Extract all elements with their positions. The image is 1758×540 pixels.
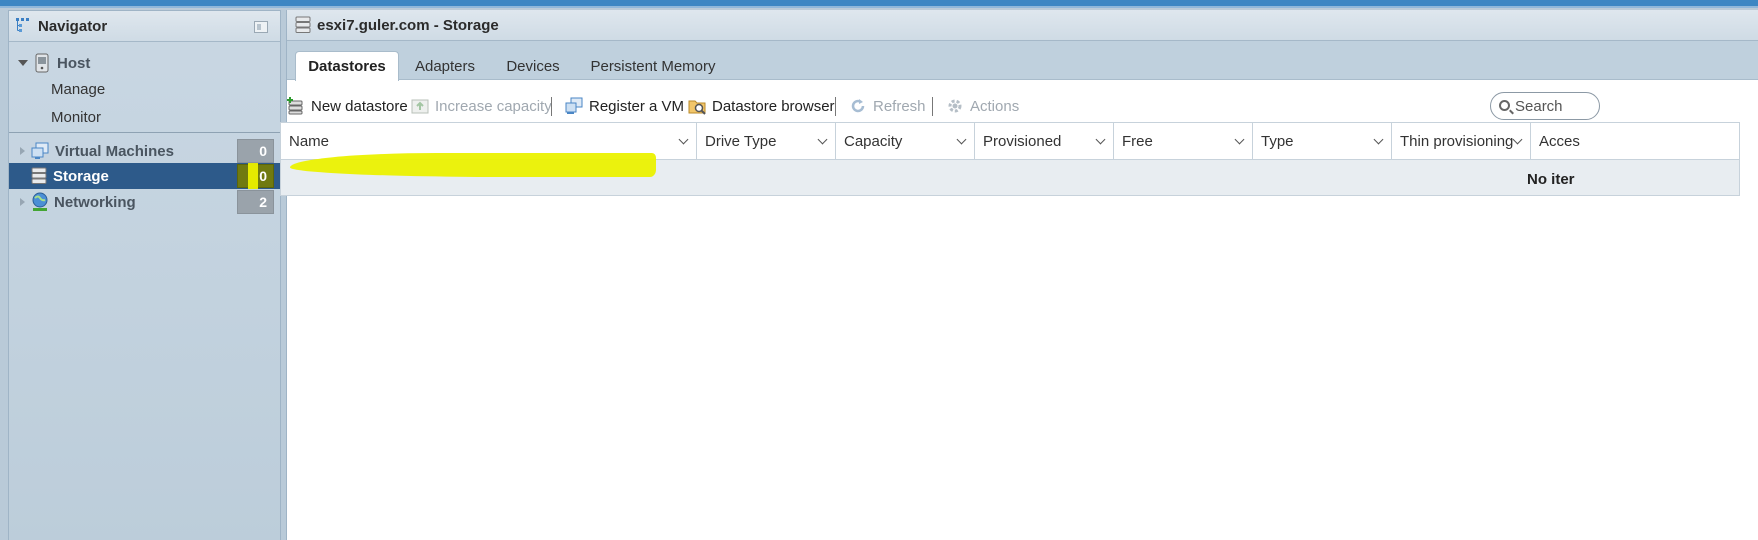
gear-icon — [948, 99, 962, 113]
no-items-message: No iter — [1527, 171, 1575, 188]
nav-item-storage[interactable]: Storage 0 — [9, 163, 280, 189]
nav-item-virtual-machines[interactable]: Virtual Machines 0 — [9, 138, 280, 164]
chevron-down-icon[interactable] — [678, 134, 689, 145]
search-icon — [1499, 100, 1510, 111]
navigator-title: Navigator — [38, 17, 108, 35]
column-header-drive-type[interactable]: Drive Type — [697, 123, 836, 160]
main-panel: esxi7.guler.com - Storage Datastores Ada… — [280, 10, 1758, 540]
increase-capacity-icon — [411, 99, 429, 114]
column-label: Type — [1261, 133, 1294, 150]
increase-capacity-label: Increase capacity — [435, 97, 552, 115]
navigator-panel: Navigator Host Manage Monitor Virtual Ma… — [8, 10, 281, 540]
vm-icon — [31, 142, 49, 159]
new-datastore-label: New datastore — [311, 97, 408, 115]
navigator-header: Navigator — [9, 11, 280, 42]
server-icon — [35, 53, 49, 73]
column-label: Drive Type — [705, 133, 777, 150]
search-placeholder: Search — [1515, 97, 1563, 115]
nav-item-manage[interactable]: Manage — [9, 75, 280, 103]
chevron-down-icon[interactable] — [1234, 134, 1245, 145]
network-count-badge: 2 — [237, 190, 274, 214]
column-label: Name — [289, 133, 330, 150]
chevron-down-icon[interactable] — [1512, 134, 1523, 145]
nav-item-label: Networking — [54, 193, 136, 211]
actions-button[interactable]: Actions — [946, 92, 1019, 120]
column-header-thin-provisioning[interactable]: Thin provisioning — [1392, 123, 1531, 160]
toolbar-separator — [835, 97, 836, 116]
expand-arrow-icon[interactable] — [20, 147, 25, 155]
nav-item-label: Monitor — [51, 108, 102, 126]
chevron-down-icon[interactable] — [956, 134, 967, 145]
expand-arrow-icon[interactable] — [20, 198, 25, 206]
page-title: esxi7.guler.com - Storage — [317, 16, 499, 34]
nav-item-label: Manage — [51, 80, 106, 98]
datastore-browser-button[interactable]: Datastore browser — [688, 92, 835, 120]
datastore-browser-icon — [688, 100, 706, 115]
navigator-icon — [16, 18, 29, 32]
nav-item-label: Host — [57, 54, 91, 72]
tab-adapters[interactable]: Adapters — [399, 51, 491, 81]
nav-item-host[interactable]: Host — [9, 49, 280, 77]
datastore-browser-label: Datastore browser — [712, 97, 835, 115]
nav-item-label: Storage — [53, 167, 109, 185]
tab-bar: Datastores Adapters Devices Persistent M… — [287, 41, 1758, 81]
main-header: esxi7.guler.com - Storage — [287, 10, 1758, 41]
new-datastore-button[interactable]: New datastore — [287, 92, 408, 120]
collapse-navigator-button[interactable] — [254, 21, 268, 33]
search-input[interactable]: Search — [1490, 92, 1600, 120]
highlight-mark — [290, 153, 656, 177]
column-header-capacity[interactable]: Capacity — [836, 123, 975, 160]
expand-arrow-icon[interactable] — [18, 60, 28, 66]
nav-item-networking[interactable]: Networking 2 — [9, 189, 280, 215]
column-label: Provisioned — [983, 133, 1062, 150]
highlight-mark — [248, 163, 258, 189]
nav-divider — [9, 132, 280, 133]
chevron-down-icon[interactable] — [817, 134, 828, 145]
column-label: Acces — [1539, 133, 1580, 150]
chevron-down-icon[interactable] — [1095, 134, 1106, 145]
refresh-label: Refresh — [873, 97, 926, 115]
network-icon — [32, 192, 48, 211]
column-header-free[interactable]: Free — [1114, 123, 1253, 160]
refresh-button[interactable]: Refresh — [849, 92, 926, 120]
nav-item-label: Virtual Machines — [55, 142, 174, 160]
new-datastore-icon — [287, 97, 303, 115]
tab-devices[interactable]: Devices — [491, 51, 575, 81]
register-vm-button[interactable]: Register a VM — [565, 92, 684, 120]
toolbar-separator — [932, 97, 933, 116]
toolbar-separator — [551, 97, 552, 116]
vm-count-badge: 0 — [237, 139, 274, 163]
nav-item-monitor[interactable]: Monitor — [9, 103, 280, 131]
register-vm-icon — [565, 97, 583, 114]
column-header-provisioned[interactable]: Provisioned — [975, 123, 1114, 160]
window-top-border — [0, 0, 1758, 8]
register-vm-label: Register a VM — [589, 97, 685, 115]
column-label: Thin provisioning — [1400, 133, 1514, 150]
increase-capacity-button[interactable]: Increase capacity — [411, 92, 552, 120]
column-label: Capacity — [844, 133, 903, 150]
tab-datastores[interactable]: Datastores — [295, 51, 399, 81]
storage-icon — [31, 167, 47, 184]
storage-icon — [295, 16, 311, 33]
refresh-icon — [851, 99, 865, 113]
chevron-down-icon[interactable] — [1373, 134, 1384, 145]
column-header-type[interactable]: Type — [1253, 123, 1392, 160]
column-header-access[interactable]: Acces — [1531, 123, 1611, 160]
actions-label: Actions — [970, 97, 1020, 115]
column-label: Free — [1122, 133, 1153, 150]
tab-persistent-memory[interactable]: Persistent Memory — [575, 51, 731, 81]
